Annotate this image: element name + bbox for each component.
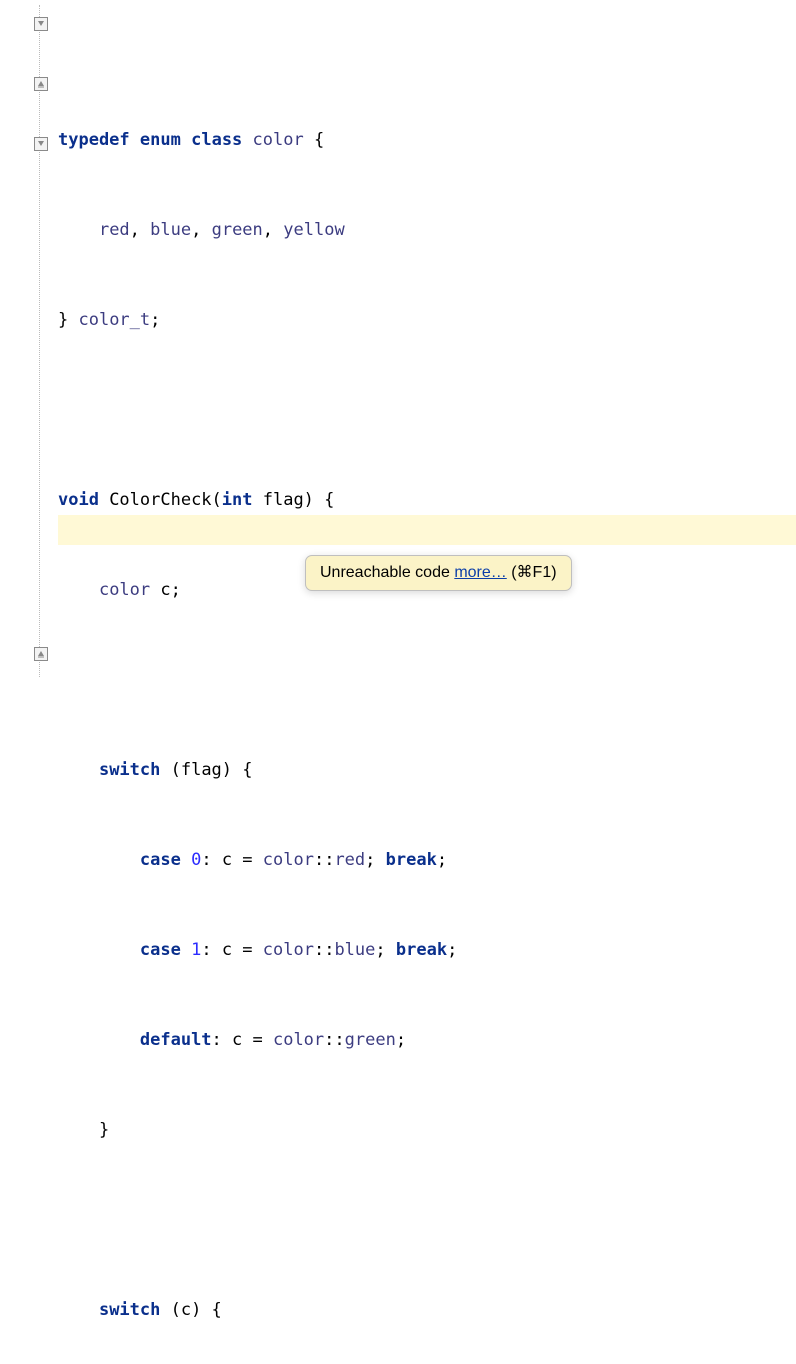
code-line[interactable]	[58, 665, 796, 695]
fold-guide-line	[39, 5, 40, 677]
gutter	[0, 5, 58, 677]
inspection-tooltip: Unreachable code more… (⌘F1)	[305, 555, 572, 591]
code-line[interactable]: } color_t;	[58, 305, 796, 335]
tooltip-message: Unreachable code	[320, 564, 454, 581]
code-editor[interactable]: typedef enum class color { red, blue, gr…	[0, 0, 796, 682]
code-line[interactable]: default: c = color::green;	[58, 1025, 796, 1055]
tooltip-more-link[interactable]: more…	[454, 564, 506, 581]
fold-toggle-icon[interactable]	[34, 137, 48, 151]
code-line[interactable]: case 1: c = color::blue; break;	[58, 935, 796, 965]
code-line[interactable]: switch (c) {	[58, 1295, 796, 1325]
code-line[interactable]	[58, 1205, 796, 1235]
code-line[interactable]	[58, 395, 796, 425]
fold-toggle-icon[interactable]	[34, 647, 48, 661]
code-line[interactable]: void ColorCheck(int flag) {	[58, 485, 796, 515]
code-line[interactable]: typedef enum class color {	[58, 125, 796, 155]
code-line[interactable]: case 0: c = color::red; break;	[58, 845, 796, 875]
current-line-highlight	[58, 515, 796, 545]
fold-toggle-icon[interactable]	[34, 17, 48, 31]
tooltip-shortcut: (⌘F1)	[507, 564, 557, 581]
code-line[interactable]: switch (flag) {	[58, 755, 796, 785]
fold-toggle-icon[interactable]	[34, 77, 48, 91]
code-line[interactable]: red, blue, green, yellow	[58, 215, 796, 245]
code-line[interactable]: }	[58, 1115, 796, 1145]
